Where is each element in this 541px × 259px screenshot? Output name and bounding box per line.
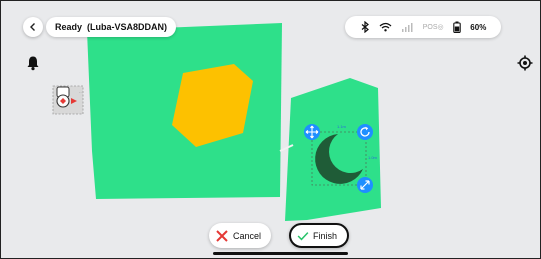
connection-status-bar: POS◎ 60% — [345, 16, 501, 38]
pos-signal-icon: POS◎ — [422, 24, 444, 31]
status-title: Ready — [55, 22, 83, 32]
rotate-handle-icon[interactable] — [357, 124, 373, 140]
device-status-pill: Ready (Luba-VSA8DDAN) — [46, 17, 177, 37]
cancel-button[interactable]: Cancel — [209, 223, 271, 248]
finish-label: Finish — [312, 230, 337, 241]
back-button[interactable] — [23, 17, 43, 37]
cancel-label: Cancel — [232, 230, 261, 241]
resize-handle-icon[interactable] — [357, 177, 373, 193]
selection-dim-side: 1.0m — [368, 155, 378, 160]
device-name: (Luba-VSA8DDAN) — [87, 22, 168, 32]
selection-dim-top: 1.1m — [337, 124, 347, 129]
cellular-icon — [402, 22, 413, 32]
move-handle-icon[interactable] — [304, 124, 320, 140]
check-icon — [297, 231, 309, 240]
svg-text:··: ·· — [79, 90, 82, 95]
map-screen: 1.1m 1.0m ·· Ready (Luba-VSA8DDAN) POS◎ … — [0, 0, 541, 259]
battery-percent: 60% — [470, 22, 487, 32]
locate-icon[interactable] — [517, 55, 533, 71]
mowing-map[interactable]: 1.1m 1.0m ·· — [1, 1, 541, 259]
close-icon — [216, 229, 228, 242]
charging-station-marker[interactable]: ·· — [52, 85, 84, 115]
wifi-icon — [379, 22, 392, 32]
battery-icon — [453, 21, 461, 33]
finish-button[interactable]: Finish — [289, 223, 349, 248]
bluetooth-icon — [361, 21, 369, 33]
chevron-left-icon — [30, 23, 35, 31]
home-indicator — [213, 252, 348, 255]
bell-icon[interactable] — [26, 55, 40, 71]
mowing-zone-small[interactable] — [285, 78, 381, 221]
